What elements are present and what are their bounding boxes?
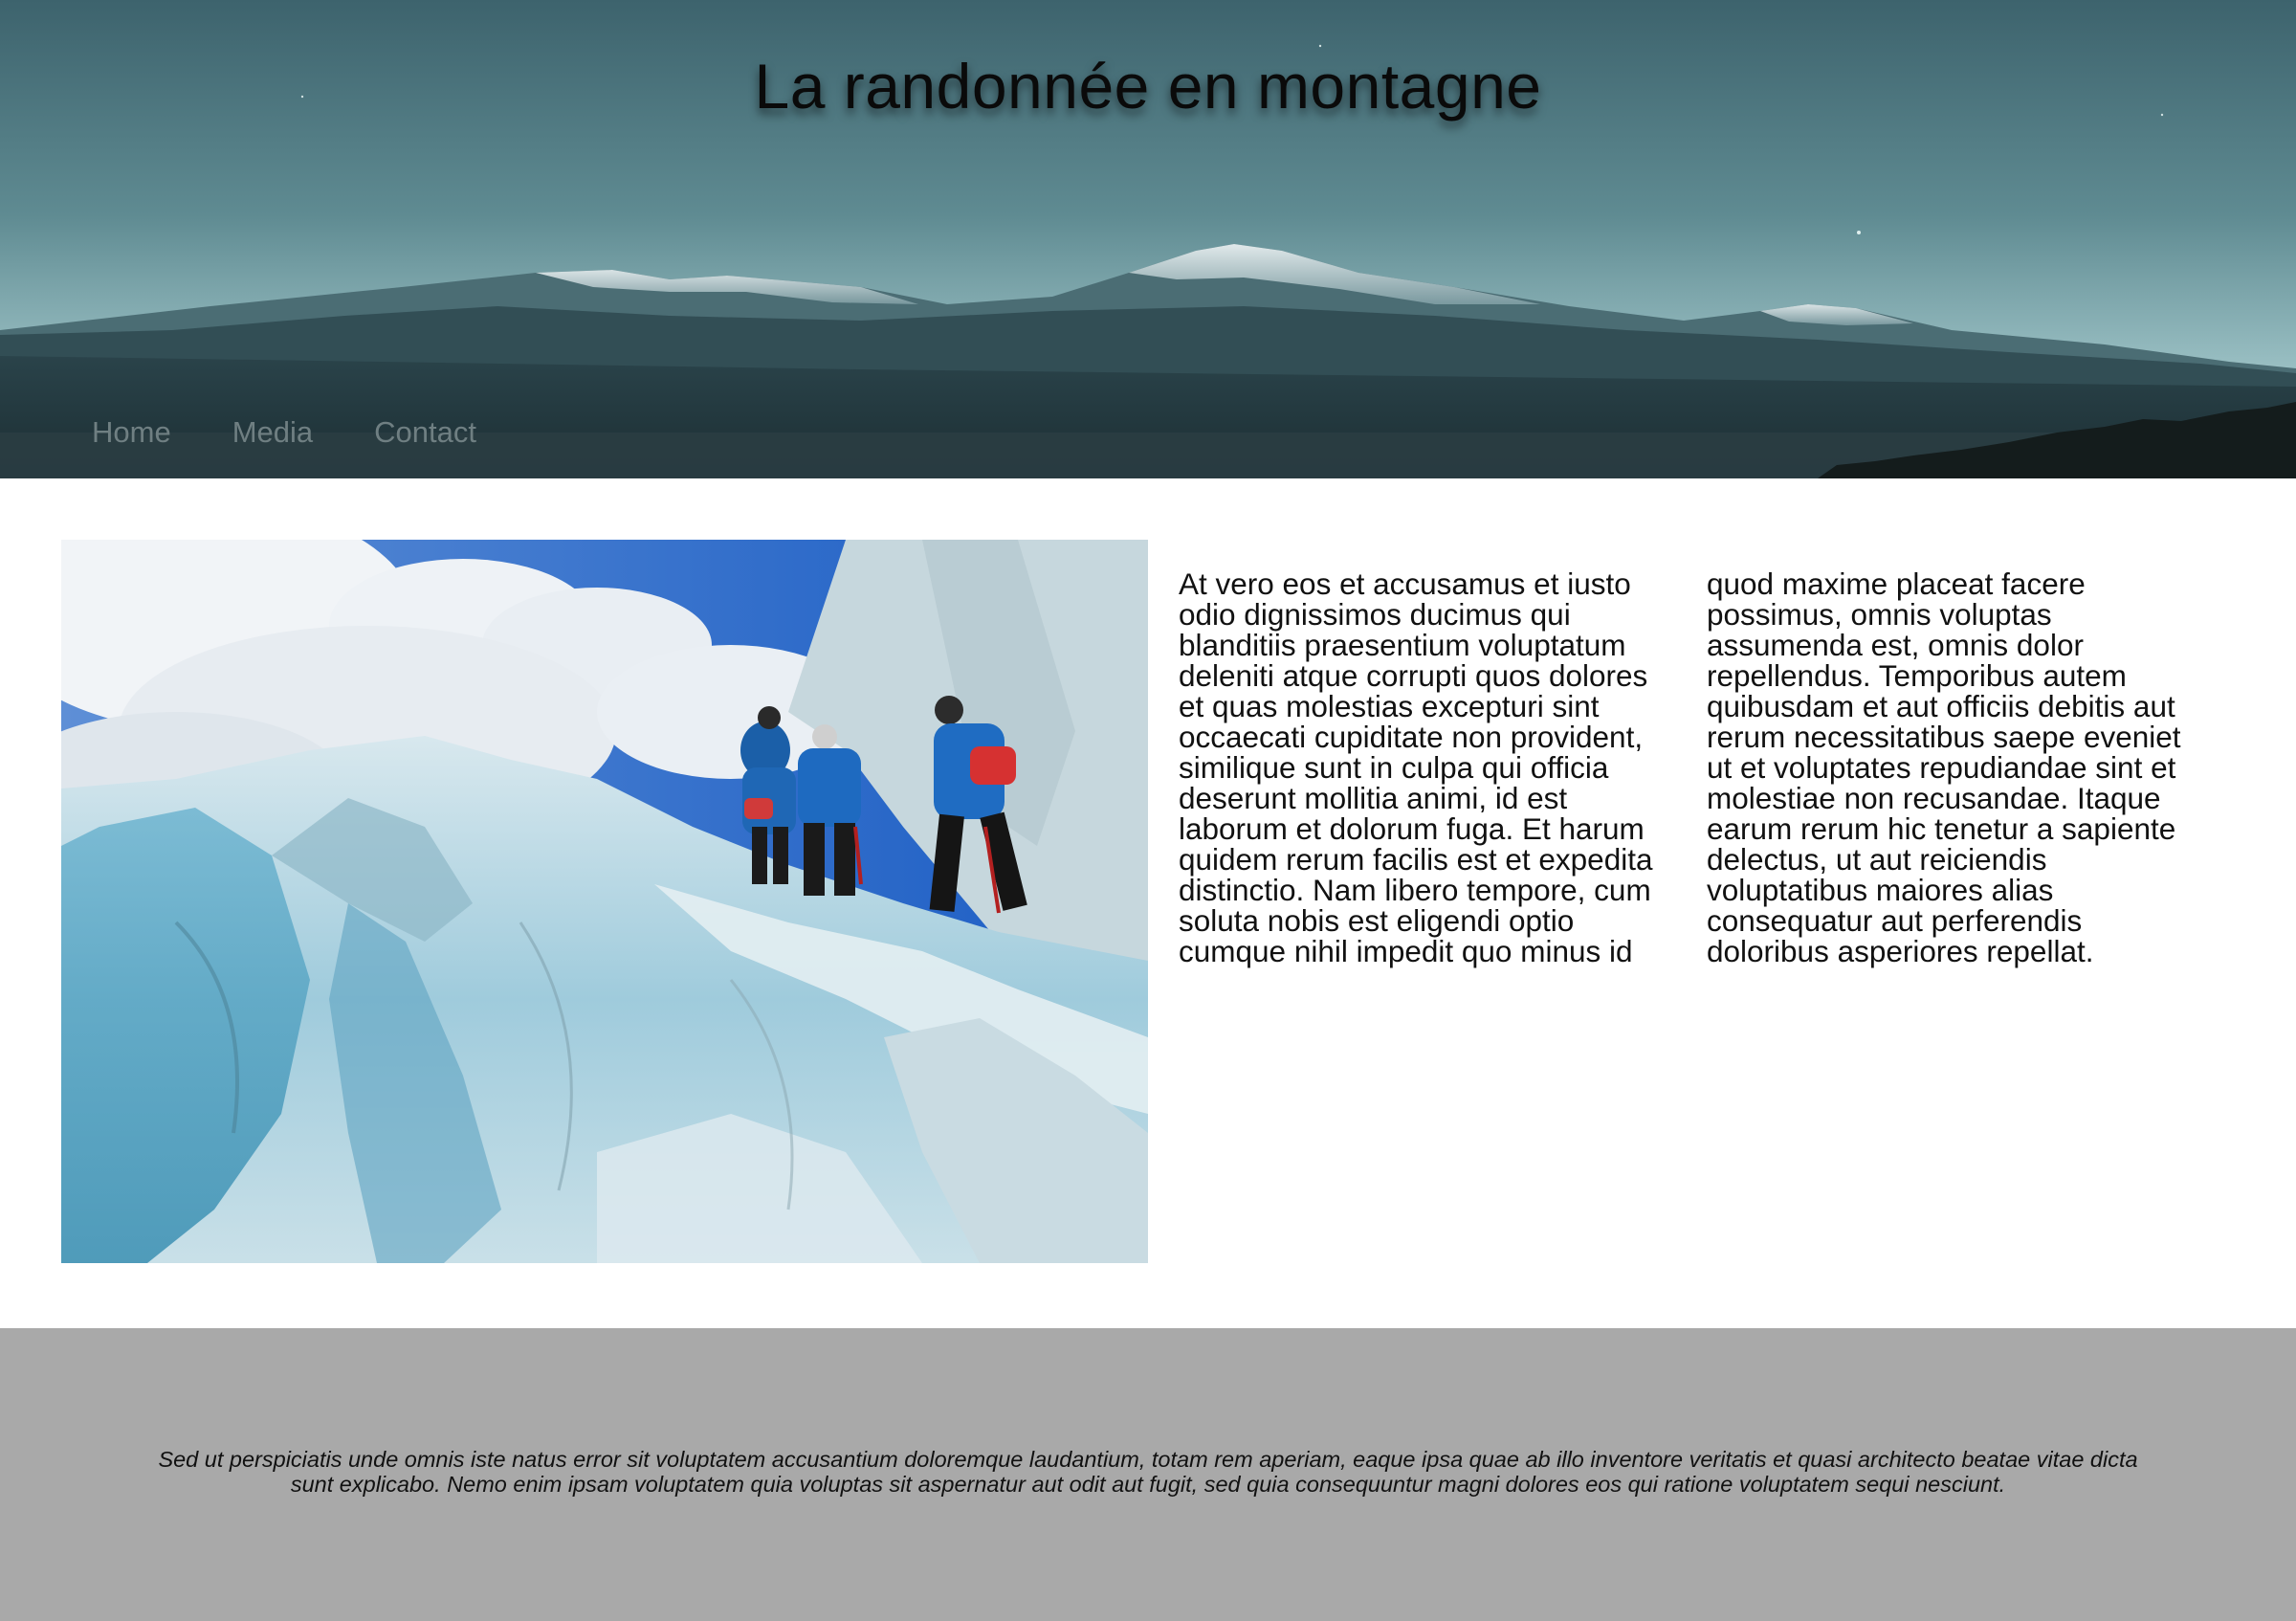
nav-contact-link[interactable]: Contact [374, 415, 476, 450]
site-header: La randonnée en montagne Home Media Cont… [0, 0, 2296, 478]
main-navigation: Home Media Contact [92, 415, 476, 450]
footer-text: Sed ut perspiciatis unde omnis iste natu… [158, 1447, 2138, 1497]
nav-home-link[interactable]: Home [92, 415, 171, 450]
glacier-hikers-photo [61, 540, 1148, 1263]
article-text: At vero eos et accusamus et iusto odio d… [1179, 566, 2181, 968]
nav-media-link[interactable]: Media [232, 415, 313, 450]
site-footer: Sed ut perspiciatis unde omnis iste natu… [0, 1328, 2296, 1621]
glacier-photo-illustration [61, 540, 1148, 1263]
main-content: At vero eos et accusamus et iusto odio d… [0, 478, 2296, 1328]
page-title: La randonnée en montagne [754, 51, 1542, 122]
